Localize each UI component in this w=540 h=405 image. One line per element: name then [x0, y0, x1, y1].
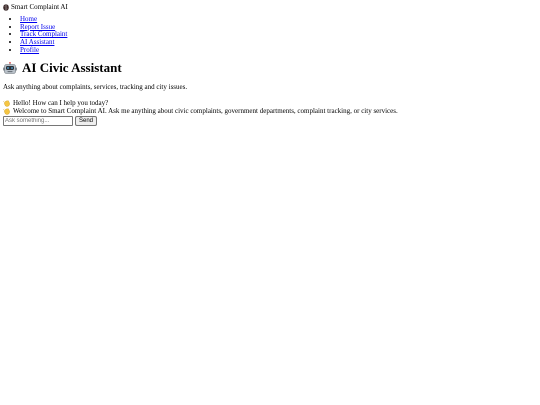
chat-message: Welcome to Smart Complaint AI. Ask me an…: [3, 107, 537, 115]
nav-item-profile: Profile: [20, 46, 537, 55]
waving-hand-icon: [3, 108, 11, 115]
nav-item-report-issue: Report Issue: [20, 23, 537, 32]
nav-item-track-complaint: Track Complaint: [20, 31, 537, 39]
nav-link-profile[interactable]: Profile: [20, 46, 39, 54]
page: Smart Complaint AI Home Report Issue Tra…: [0, 0, 540, 405]
chat-messages: Hello! How can I help you today? Welcome…: [3, 99, 537, 115]
brand: Smart Complaint AI: [3, 3, 537, 12]
waving-hand-icon: [3, 100, 11, 107]
chat-message: Hello! How can I help you today?: [3, 99, 537, 107]
send-button[interactable]: Send: [75, 116, 98, 127]
page-title: AI Civic Assistant: [3, 60, 537, 76]
robot-icon: [3, 61, 17, 75]
brand-name: Smart Complaint AI: [11, 3, 68, 11]
brain-icon: [3, 4, 9, 11]
chat-message-text: Hello! How can I help you today?: [13, 99, 109, 108]
nav-item-home: Home: [20, 15, 537, 24]
chat-input[interactable]: [3, 116, 73, 127]
nav-item-ai-assistant: AI Assistant: [20, 38, 537, 47]
chat-form: Send: [3, 116, 537, 127]
main-nav: Home Report Issue Track Complaint AI Ass…: [3, 15, 537, 55]
page-title-text: AI Civic Assistant: [22, 60, 122, 76]
chat-message-text: Welcome to Smart Complaint AI. Ask me an…: [13, 107, 398, 116]
page-subtitle: Ask anything about complaints, services,…: [3, 83, 188, 92]
